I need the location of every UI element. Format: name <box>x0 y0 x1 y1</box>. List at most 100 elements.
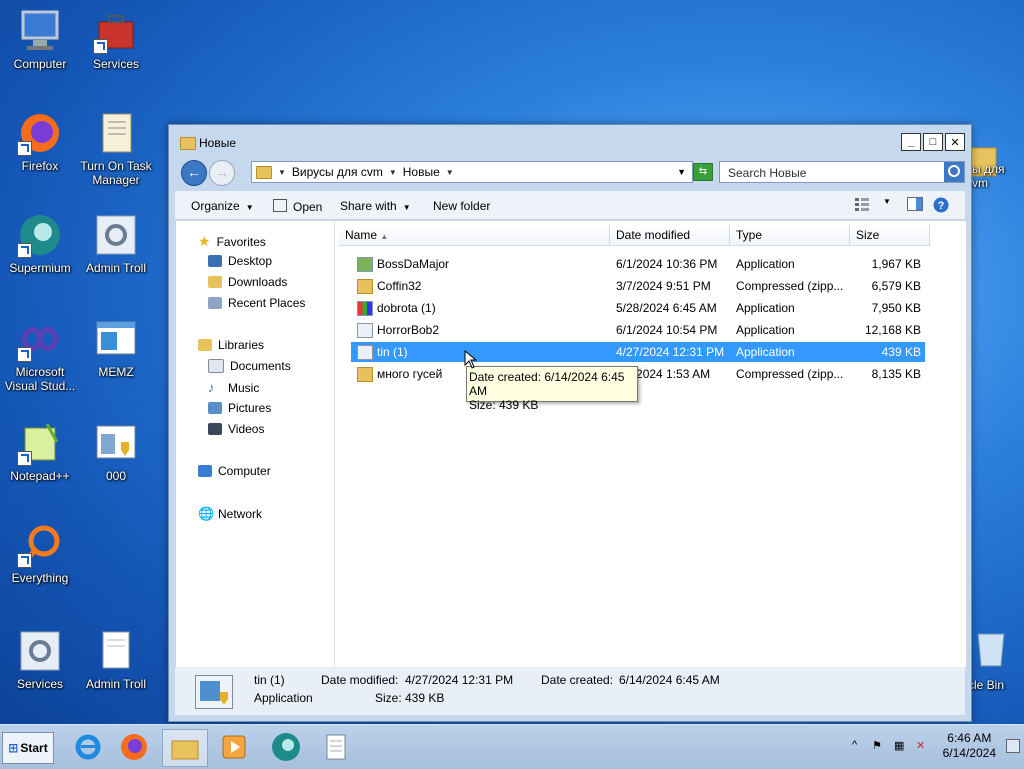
nav-desktop[interactable]: Desktop <box>208 254 272 268</box>
view-options-dropdown-icon[interactable]: ▼ <box>883 197 899 211</box>
file-row[interactable]: Coffin32 3/7/2024 9:51 PM Compressed (zi… <box>351 276 925 296</box>
address-bar[interactable]: ▼ Вирусы для cvm ▼ Новые ▼ ▼ <box>251 161 693 183</box>
desktop-icon-supermium[interactable]: Supermium <box>2 212 78 275</box>
recycle-bin-icon <box>968 624 1014 670</box>
explorer-window[interactable]: Новые _ □ ✕ ← → ▼ Вирусы для cvm ▼ Новые… <box>168 124 972 722</box>
address-dropdown-icon[interactable]: ▼ <box>677 167 686 177</box>
breadcrumb-current-folder[interactable]: Новые <box>403 165 440 179</box>
share-with-menu[interactable]: Share with ▼ <box>340 199 411 213</box>
file-row-selected[interactable]: tin (1) 4/27/2024 12:31 PM Application 4… <box>351 342 925 362</box>
desktop-icon-services[interactable]: Services <box>78 8 154 71</box>
details-modified-value: 4/27/2024 12:31 PM <box>405 673 514 687</box>
minimize-button[interactable]: _ <box>901 133 921 151</box>
desktop-icon-firefox[interactable]: Firefox <box>2 110 78 173</box>
column-header-date-modified[interactable]: Date modified <box>610 224 730 246</box>
nav-music[interactable]: ♪ Music <box>208 380 259 395</box>
desktop-icon-000[interactable]: 000 <box>78 420 154 483</box>
network-icon[interactable]: ▦ <box>894 739 908 753</box>
file-row[interactable]: много гусей 5/?/2024 1:53 AM Compressed … <box>351 364 925 384</box>
computer-icon <box>198 465 212 477</box>
column-header-type[interactable]: Type <box>730 224 850 246</box>
help-icon[interactable]: ? <box>933 197 949 213</box>
new-folder-button[interactable]: New folder <box>433 199 490 213</box>
desktop-icon-services-2[interactable]: Services <box>2 628 78 691</box>
show-desktop-icon[interactable] <box>1006 739 1020 753</box>
nav-pictures[interactable]: Pictures <box>208 401 271 415</box>
maximize-button[interactable]: □ <box>923 133 943 151</box>
taskbar-internet-explorer[interactable] <box>66 729 110 765</box>
chevron-down-icon: ▼ <box>245 203 254 212</box>
nav-favorites[interactable]: ★ Favorites <box>198 233 266 250</box>
file-row[interactable]: BossDaMajor 6/1/2024 10:36 PM Applicatio… <box>351 254 925 274</box>
desktop-icon-admin-troll[interactable]: Admin Troll <box>78 212 154 275</box>
taskbar-media-player[interactable] <box>212 729 256 765</box>
file-row[interactable]: HorrorBob2 6/1/2024 10:54 PM Application… <box>351 320 925 340</box>
organize-menu[interactable]: Organize ▼ <box>191 199 254 213</box>
application-icon <box>195 675 233 709</box>
taskbar-supermium[interactable] <box>264 729 308 765</box>
file-tooltip: Date created: 6/14/2024 6:45 AM Size: 43… <box>466 366 638 412</box>
file-list: Name ▲ Date modified Type Size BossDaMaj… <box>339 221 966 667</box>
show-hidden-icons[interactable]: ^ <box>852 739 866 753</box>
back-button[interactable]: ← <box>181 160 207 186</box>
desktop-icon-task-manager[interactable]: Turn On Task Manager <box>78 110 154 187</box>
desktop-icon-computer[interactable]: Computer <box>2 8 78 71</box>
breadcrumb-virus-folder[interactable]: Вирусы для cvm <box>292 165 383 179</box>
nav-recent-places[interactable]: Recent Places <box>208 296 305 310</box>
close-button[interactable]: ✕ <box>945 133 965 151</box>
forward-button[interactable]: → <box>209 160 235 186</box>
column-header-size[interactable]: Size <box>850 224 930 246</box>
toolbox-icon <box>93 8 139 54</box>
column-header-name[interactable]: Name ▲ <box>339 224 610 246</box>
nav-documents[interactable]: Documents <box>208 359 291 373</box>
nav-downloads[interactable]: Downloads <box>208 275 287 289</box>
desktop-icon-everything[interactable]: Everything <box>2 522 78 585</box>
navigation-bar: ← → ▼ Вирусы для cvm ▼ Новые ▼ ▼ ⇆ Searc… <box>175 157 965 187</box>
videos-icon <box>208 423 222 435</box>
preview-pane-icon[interactable] <box>907 197 923 211</box>
desktop-icon-admin-troll-2[interactable]: Admin Troll <box>78 628 154 691</box>
start-button[interactable]: ⊞ Start <box>2 732 54 764</box>
title-bar[interactable]: Новые _ □ ✕ <box>169 125 971 157</box>
windows-logo-icon: ⊞ <box>8 741 19 755</box>
details-file-type: Application <box>254 691 313 705</box>
firefox-icon <box>121 734 147 760</box>
search-icon[interactable] <box>944 162 964 182</box>
details-size-label: Size: <box>375 691 402 705</box>
everything-search-icon <box>17 522 63 568</box>
window-title: Новые <box>199 136 237 150</box>
refresh-button[interactable]: ⇆ <box>693 163 713 181</box>
nav-videos[interactable]: Videos <box>208 422 264 436</box>
nav-network[interactable]: 🌐 Network <box>198 506 262 522</box>
search-box[interactable]: Search Новые <box>719 161 965 183</box>
pictures-icon <box>208 402 222 414</box>
app-window-icon <box>93 316 139 362</box>
taskbar-explorer[interactable] <box>162 729 208 767</box>
gear-icon <box>17 628 63 674</box>
search-placeholder: Search Новые <box>728 166 807 180</box>
taskbar-firefox[interactable] <box>112 729 156 765</box>
desktop-icon-memz[interactable]: MEMZ <box>78 316 154 379</box>
volume-muted-icon[interactable]: ✕ <box>916 739 930 753</box>
media-player-icon <box>222 735 246 759</box>
script-icon <box>93 110 139 156</box>
details-modified-label: Date modified: <box>321 673 399 687</box>
clock[interactable]: 6:46 AM 6/14/2024 <box>943 731 996 761</box>
notepad-icon <box>326 734 346 760</box>
nav-computer[interactable]: Computer <box>198 464 271 478</box>
open-button[interactable]: Open <box>273 199 322 214</box>
zip-folder-icon <box>357 279 373 294</box>
taskbar: ⊞ Start ^ ⚑ ▦ ✕ 6:46 AM 6/14/2024 <box>0 724 1024 769</box>
chevron-down-icon[interactable]: ▼ <box>389 168 397 177</box>
documents-icon <box>208 359 224 373</box>
file-row[interactable]: dobrota (1) 5/28/2024 6:45 AM Applicatio… <box>351 298 925 318</box>
desktop-icon-notepadpp[interactable]: Notepad++ <box>2 420 78 483</box>
action-center-flag-icon[interactable]: ⚑ <box>872 739 886 753</box>
taskbar-notepad[interactable] <box>314 729 358 765</box>
change-view-icon[interactable] <box>855 197 871 211</box>
chevron-down-icon[interactable]: ▼ <box>278 168 286 177</box>
desktop-icon-visual-studio[interactable]: Microsoft Visual Stud... <box>2 316 78 393</box>
nav-libraries[interactable]: Libraries <box>198 338 264 352</box>
chevron-down-icon[interactable]: ▼ <box>446 168 454 177</box>
recent-places-icon <box>208 297 222 309</box>
